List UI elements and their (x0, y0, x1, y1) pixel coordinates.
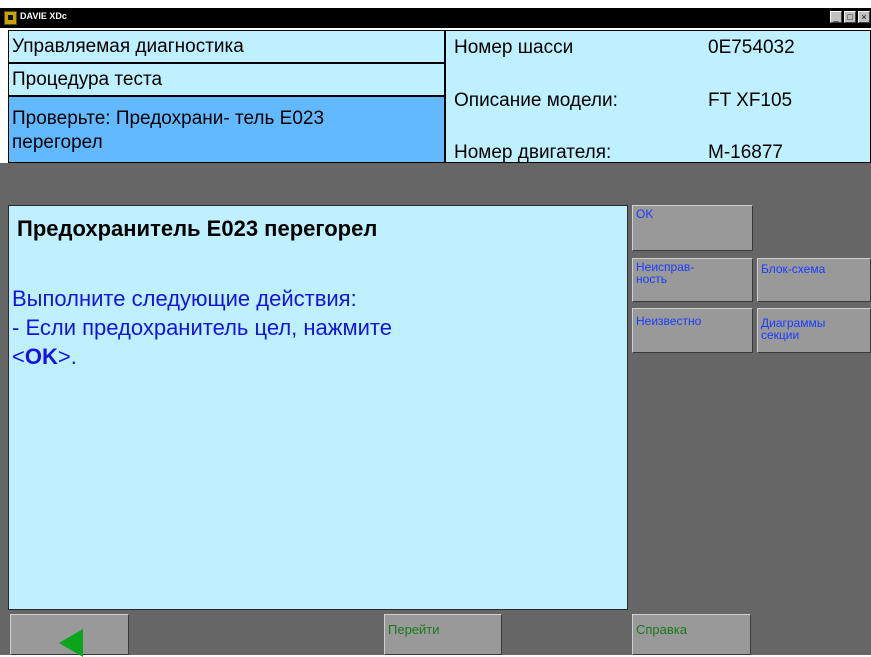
goto-button[interactable]: Перейти (384, 614, 502, 655)
titlebar-strip (0, 8, 871, 28)
message-ok-reference: <OK>. (12, 344, 77, 370)
message-instruction: Выполните следующие действия: (12, 286, 357, 311)
header-procedure-title: Управляемая диагностика (8, 30, 445, 63)
section-diagrams-button[interactable]: Диаграммы секции (757, 308, 871, 353)
help-button[interactable]: Справка (632, 614, 751, 655)
current-step-line2: перегорел (12, 132, 103, 153)
header-procedure-subtitle: Процедура теста (8, 63, 445, 96)
message-panel: Предохранитель E023 перегорел Выполните … (8, 205, 628, 610)
procedure-subtitle: Процедура теста (12, 69, 163, 90)
message-heading: Предохранитель E023 перегорел (17, 216, 378, 241)
fault-button-label: Неисправ- ность (636, 260, 695, 286)
maximize-icon[interactable]: □ (844, 11, 856, 23)
block-diagram-button-label: Блок-схема (761, 262, 826, 276)
fault-button[interactable]: Неисправ- ность (632, 258, 753, 302)
vehicle-info-panel: Номер шасси 0E754032 Описание модели: FT… (445, 30, 871, 163)
goto-button-label: Перейти (388, 622, 440, 637)
block-diagram-button[interactable]: Блок-схема (757, 258, 871, 302)
unknown-button-label: Неизвестно (636, 314, 702, 328)
unknown-button[interactable]: Неизвестно (632, 308, 753, 353)
ok-keyword: OK (24, 344, 58, 369)
procedure-title: Управляемая диагностика (12, 36, 244, 57)
back-arrow-icon (59, 629, 83, 657)
ok-open-bracket: < (12, 344, 25, 369)
ok-close-bracket: >. (57, 344, 77, 369)
app-truck-icon (4, 11, 17, 25)
ok-button[interactable]: OK (632, 205, 753, 251)
chassis-label: Номер шасси (454, 37, 574, 58)
model-label: Описание модели: (454, 90, 618, 111)
back-button[interactable] (10, 614, 129, 657)
model-value: FT XF105 (708, 90, 793, 111)
header-current-step: Проверьте: Предохрани- тель E023 перегор… (8, 96, 445, 163)
help-button-label: Справка (636, 622, 687, 637)
window-title: DAVIE XDc (20, 11, 67, 21)
engine-label: Номер двигателя: (454, 142, 612, 163)
close-icon[interactable]: × (858, 11, 870, 23)
message-condition: - Если предохранитель цел, нажмите (12, 315, 392, 340)
current-step-line1: Проверьте: Предохрани- тель E023 (12, 108, 325, 129)
minimize-icon[interactable]: _ (830, 11, 842, 23)
chassis-value: 0E754032 (708, 37, 795, 58)
engine-value: M-16877 (708, 142, 783, 163)
window-titlebar: DAVIE XDc _ □ × (0, 0, 871, 30)
ok-button-label: OK (636, 207, 654, 221)
section-diagrams-button-label: Диаграммы секции (761, 316, 826, 342)
